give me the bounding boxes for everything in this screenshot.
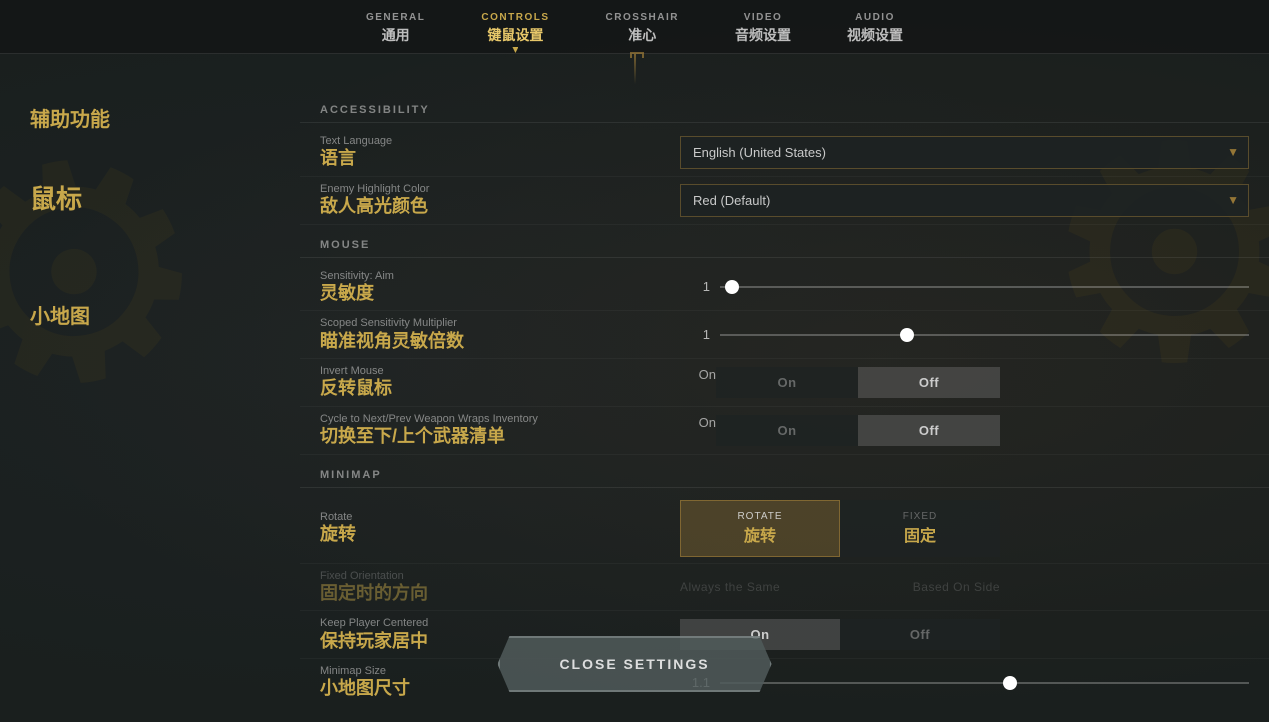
label-enemy-highlight-cn: 敌人高光颜色 (320, 196, 680, 218)
setting-invert-mouse: Invert Mouse 反转鼠标 On On Off (300, 359, 1269, 407)
cycle-weapon-current-value: On (680, 415, 716, 446)
toggle-invert-mouse-wrap: On On Off (680, 367, 1000, 398)
label-invert-mouse-en: Invert Mouse (320, 365, 680, 378)
control-sensitivity-aim: 1 (680, 279, 1249, 294)
setting-minimap-size: Minimap Size 小地图尺寸 1.1 (300, 659, 1269, 701)
rotate-btn-rotate-cn: 旋转 (695, 522, 825, 546)
rotate-btn-fixed[interactable]: Fixed 固定 (840, 500, 1000, 557)
tab-audio[interactable]: AUDIO 视频设置 (819, 8, 931, 53)
slider-minimap-size[interactable] (720, 682, 1249, 684)
keep-centered-off-btn[interactable]: Off (840, 619, 1000, 650)
label-scoped-sensitivity-en: Scoped Sensitivity Multiplier (320, 317, 680, 330)
main-content: 辅助功能 鼠标 小地图 ACCESSIBILITY Text Language … (0, 84, 1269, 701)
setting-cycle-weapon: Cycle to Next/Prev Weapon Wraps Inventor… (300, 407, 1269, 455)
dropdown-text-language[interactable]: English (United States) 中文(简体) 中文(繁體) 日本… (680, 136, 1249, 169)
sidebar: 辅助功能 鼠标 小地图 (0, 84, 300, 701)
setting-enemy-highlight: Enemy Highlight Color 敌人高光颜色 Red (Defaul… (300, 177, 1269, 225)
top-navigation: GENERAL 通用 CONTROLS 键鼠设置 CROSSHAIR 准心 VI… (0, 0, 1269, 54)
rotate-toggle-wrap: Rotate 旋转 Fixed 固定 (680, 500, 1000, 557)
label-text-language-cn: 语言 (320, 148, 680, 170)
label-keep-centered-en: Keep Player Centered (320, 617, 680, 630)
orient-option-side: Based On Side (913, 580, 1000, 594)
section-accessibility: ACCESSIBILITY Text Language 语言 English (… (300, 94, 1269, 225)
tab-crosshair[interactable]: CROSSHAIR 准心 (578, 8, 708, 53)
invert-mouse-off-btn[interactable]: Off (858, 367, 1000, 398)
mouse-header: MOUSE (300, 229, 1269, 258)
control-scoped-sensitivity: 1 (680, 327, 1249, 342)
label-scoped-sensitivity: Scoped Sensitivity Multiplier 瞄准视角灵敏倍数 (320, 317, 680, 352)
invert-mouse-current-value: On (680, 367, 716, 398)
label-invert-mouse-cn: 反转鼠标 (320, 378, 680, 400)
close-settings-button[interactable]: CLOSE SETTINGS (497, 636, 771, 692)
label-cycle-weapon-cn: 切换至下/上个武器清单 (320, 426, 680, 448)
cycle-weapon-off-btn[interactable]: Off (858, 415, 1000, 446)
sidebar-label-mouse: 鼠标 (30, 184, 300, 215)
control-text-language: English (United States) 中文(简体) 中文(繁體) 日本… (680, 136, 1249, 169)
label-fixed-orientation-cn: 固定时的方向 (320, 583, 680, 605)
dropdown-enemy-highlight-wrap: Red (Default) Yellow Purple Green ▼ (680, 184, 1249, 217)
orient-options: Always the Same Based On Side (680, 580, 1000, 594)
label-cycle-weapon: Cycle to Next/Prev Weapon Wraps Inventor… (320, 413, 680, 448)
label-fixed-orientation: Fixed Orientation 固定时的方向 (320, 570, 680, 605)
toggle-cycle-weapon-wrap: On On Off (680, 415, 1000, 446)
label-sensitivity-aim-cn: 灵敏度 (320, 283, 680, 305)
dropdown-text-language-wrap: English (United States) 中文(简体) 中文(繁體) 日本… (680, 136, 1249, 169)
slider-sensitivity-aim-wrap: 1 (680, 279, 1249, 294)
control-invert-mouse: On On Off (680, 367, 1249, 398)
label-scoped-sensitivity-cn: 瞄准视角灵敏倍数 (320, 331, 680, 353)
label-fixed-orientation-en: Fixed Orientation (320, 570, 680, 583)
setting-keep-centered: Keep Player Centered 保持玩家居中 On Off (300, 611, 1269, 659)
label-rotate-cn: 旋转 (320, 524, 680, 546)
slider-scoped-value: 1 (680, 327, 710, 342)
sidebar-section-mouse: 鼠标 (30, 184, 300, 215)
slider-sensitivity-aim-value: 1 (680, 279, 710, 294)
sidebar-label-accessibility: 辅助功能 (30, 108, 300, 132)
rotate-btn-fixed-cn: 固定 (855, 522, 985, 546)
setting-scoped-sensitivity: Scoped Sensitivity Multiplier 瞄准视角灵敏倍数 1 (300, 311, 1269, 359)
slider-sensitivity-aim[interactable] (720, 286, 1249, 288)
setting-sensitivity-aim: Sensitivity: Aim 灵敏度 1 (300, 264, 1269, 312)
nav-connector (0, 54, 1269, 84)
label-sensitivity-aim: Sensitivity: Aim 灵敏度 (320, 270, 680, 305)
close-settings-button-wrap: CLOSE SETTINGS (497, 636, 771, 692)
label-invert-mouse: Invert Mouse 反转鼠标 (320, 365, 680, 400)
tab-controls[interactable]: CONTROLS 键鼠设置 (453, 8, 577, 53)
cycle-weapon-on-btn[interactable]: On (716, 415, 858, 446)
control-cycle-weapon: On On Off (680, 415, 1249, 446)
label-rotate: Rotate 旋转 (320, 511, 680, 546)
label-text-language-en: Text Language (320, 135, 680, 148)
dropdown-enemy-highlight[interactable]: Red (Default) Yellow Purple Green (680, 184, 1249, 217)
setting-rotate: Rotate 旋转 Rotate 旋转 Fixed 固定 (300, 494, 1269, 564)
setting-fixed-orientation: Fixed Orientation 固定时的方向 Always the Same… (300, 564, 1269, 612)
label-cycle-weapon-en: Cycle to Next/Prev Weapon Wraps Inventor… (320, 413, 680, 426)
control-fixed-orientation: Always the Same Based On Side (680, 580, 1249, 594)
slider-scoped-sensitivity[interactable] (720, 334, 1249, 336)
label-enemy-highlight: Enemy Highlight Color 敌人高光颜色 (320, 183, 680, 218)
tab-general[interactable]: GENERAL 通用 (338, 8, 453, 53)
connector-line (634, 54, 636, 84)
settings-panel: ACCESSIBILITY Text Language 语言 English (… (300, 84, 1269, 701)
section-minimap: MINIMAP Rotate 旋转 Rotate 旋转 Fixed (300, 459, 1269, 701)
sidebar-label-minimap: 小地图 (30, 305, 300, 329)
label-sensitivity-aim-en: Sensitivity: Aim (320, 270, 680, 283)
label-rotate-en: Rotate (320, 511, 680, 524)
minimap-header: MINIMAP (300, 459, 1269, 488)
label-enemy-highlight-en: Enemy Highlight Color (320, 183, 680, 196)
orient-option-always: Always the Same (680, 580, 780, 594)
control-rotate: Rotate 旋转 Fixed 固定 (680, 500, 1249, 557)
section-mouse: MOUSE Sensitivity: Aim 灵敏度 1 Scoped Sens… (300, 229, 1269, 455)
rotate-btn-rotate[interactable]: Rotate 旋转 (680, 500, 840, 557)
setting-text-language: Text Language 语言 English (United States)… (300, 129, 1269, 177)
invert-mouse-on-btn[interactable]: On (716, 367, 858, 398)
sidebar-section-minimap: 小地图 (30, 305, 300, 329)
control-enemy-highlight: Red (Default) Yellow Purple Green ▼ (680, 184, 1249, 217)
label-text-language: Text Language 语言 (320, 135, 680, 170)
slider-scoped-wrap: 1 (680, 327, 1249, 342)
accessibility-header: ACCESSIBILITY (300, 94, 1269, 123)
sidebar-section-accessibility: 辅助功能 (30, 108, 300, 132)
tab-video[interactable]: VIDEO 音频设置 (707, 8, 819, 53)
rotate-btn-fixed-en: Fixed (855, 511, 985, 522)
rotate-btn-rotate-en: Rotate (695, 511, 825, 522)
